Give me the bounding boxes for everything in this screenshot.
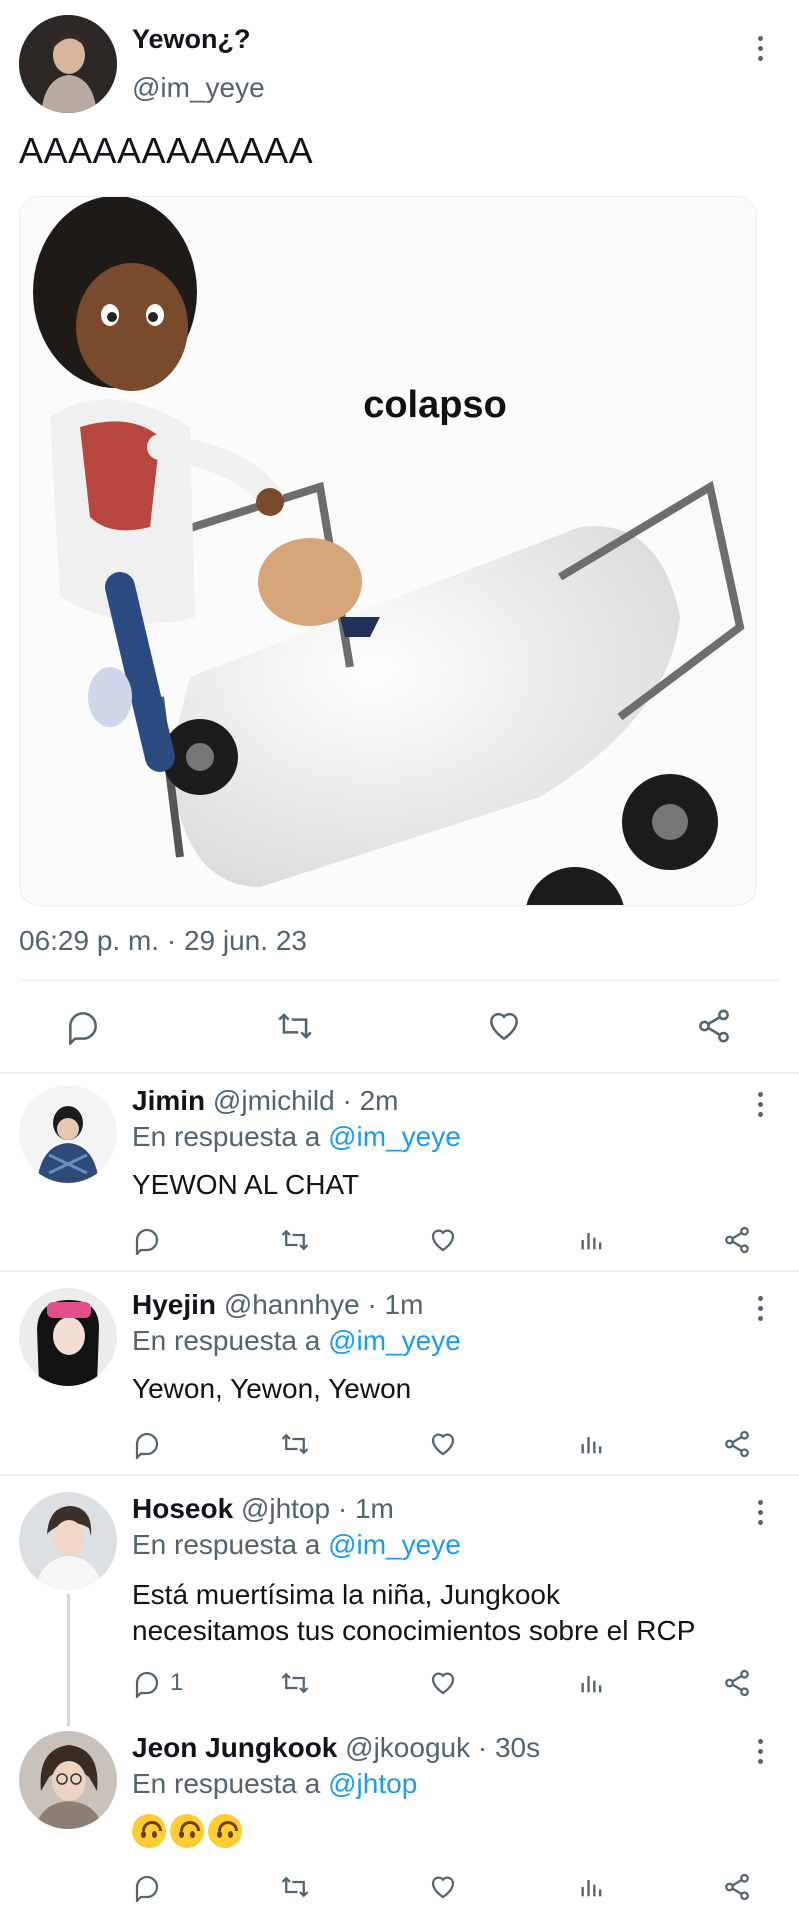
- user-handle[interactable]: @jmichild: [213, 1085, 335, 1116]
- reply-button[interactable]: [132, 1429, 162, 1459]
- share-icon: [725, 1873, 749, 1901]
- reply-text: Está muertísima la niña, Jungkook necesi…: [132, 1577, 695, 1649]
- reply-time[interactable]: · 1m: [338, 1493, 394, 1524]
- tweet-timestamp[interactable]: 06:29 p. m. · 29 jun. 23: [19, 925, 307, 957]
- more-options-icon[interactable]: [756, 1092, 764, 1117]
- like-button[interactable]: [428, 1225, 458, 1255]
- share-button[interactable]: [722, 1872, 752, 1902]
- heart-icon: [431, 1229, 455, 1252]
- analytics-button[interactable]: [578, 1429, 606, 1459]
- reply-text: Yewon, Yewon, Yewon: [132, 1373, 412, 1404]
- user-handle[interactable]: @jhtop: [241, 1493, 330, 1524]
- share-icon: [725, 1226, 749, 1254]
- share-icon: [699, 1009, 729, 1043]
- display-name[interactable]: Hyejin: [132, 1289, 216, 1320]
- reply-button[interactable]: 1: [132, 1668, 183, 1698]
- divider: [0, 1072, 799, 1074]
- upside-down-face-emoji: [170, 1814, 204, 1848]
- reply-text: [132, 1814, 246, 1848]
- retweet-button[interactable]: [279, 1872, 311, 1902]
- like-button[interactable]: [428, 1429, 458, 1459]
- reply-icon: [135, 1432, 159, 1459]
- more-options-icon[interactable]: [756, 36, 764, 61]
- analytics-button[interactable]: [578, 1872, 606, 1902]
- reply-context-label: En respuesta a: [132, 1325, 321, 1356]
- reply-icon: [69, 1012, 97, 1045]
- share-button[interactable]: [722, 1225, 752, 1255]
- reply-icon: [135, 1671, 159, 1698]
- heart-icon: [490, 1012, 518, 1041]
- retweet-icon: [278, 1013, 312, 1039]
- reply-icon: [135, 1875, 159, 1902]
- divider: [19, 980, 779, 981]
- avatar[interactable]: [19, 1288, 117, 1386]
- retweet-button[interactable]: [274, 1007, 316, 1045]
- more-options-icon[interactable]: [756, 1500, 764, 1525]
- share-icon: [725, 1669, 749, 1697]
- reply-to-link[interactable]: @im_yeye: [328, 1529, 461, 1560]
- reply-count: 1: [170, 1669, 184, 1696]
- share-button[interactable]: [722, 1429, 752, 1459]
- avatar[interactable]: [19, 1492, 117, 1590]
- heart-icon: [431, 1672, 455, 1695]
- reply-button[interactable]: [132, 1872, 162, 1902]
- divider: [0, 1270, 799, 1272]
- reply-text-line: necesitamos tus conocimientos sobre el R…: [132, 1615, 696, 1646]
- share-icon: [725, 1430, 749, 1458]
- user-handle[interactable]: @im_yeye: [132, 72, 265, 104]
- tweet-text: AAAAAAAAAAAA: [19, 130, 314, 171]
- display-name[interactable]: Jimin: [132, 1085, 205, 1116]
- reply-text-line: Está muertísima la niña, Jungkook: [132, 1579, 560, 1610]
- analytics-icon: [581, 1437, 602, 1454]
- more-options-icon[interactable]: [756, 1739, 764, 1764]
- reply-icon: [135, 1228, 159, 1255]
- reply-button[interactable]: [132, 1225, 162, 1255]
- heart-icon: [431, 1433, 455, 1456]
- analytics-icon: [581, 1676, 602, 1693]
- like-button[interactable]: [428, 1872, 458, 1902]
- reply-time[interactable]: · 1m: [367, 1289, 423, 1320]
- like-button[interactable]: [428, 1668, 458, 1698]
- reply-to-link[interactable]: @im_yeye: [328, 1325, 461, 1356]
- reply-button[interactable]: [64, 1007, 102, 1045]
- display-name[interactable]: Jeon Jungkook: [132, 1732, 337, 1763]
- more-options-icon[interactable]: [756, 1296, 764, 1321]
- user-handle[interactable]: @jkooguk: [345, 1732, 470, 1763]
- reply-context-label: En respuesta a: [132, 1121, 321, 1152]
- retweet-icon: [281, 1672, 309, 1694]
- reply-time[interactable]: · 2m: [342, 1085, 398, 1116]
- share-button[interactable]: [694, 1007, 734, 1045]
- heart-icon: [431, 1876, 455, 1899]
- divider: [0, 1474, 799, 1476]
- image-caption: colapso: [363, 384, 507, 426]
- reply-text: YEWON AL CHAT: [132, 1169, 360, 1200]
- analytics-icon: [581, 1233, 602, 1250]
- share-button[interactable]: [722, 1668, 752, 1698]
- reply-time[interactable]: · 30s: [478, 1732, 540, 1763]
- reply-context-label: En respuesta a: [132, 1768, 321, 1799]
- analytics-icon: [581, 1880, 602, 1897]
- upside-down-face-emoji: [132, 1814, 166, 1848]
- avatar[interactable]: [19, 1085, 117, 1183]
- upside-down-face-emoji: [208, 1814, 242, 1848]
- tweet-image[interactable]: colapso: [19, 196, 757, 906]
- retweet-icon: [281, 1229, 309, 1251]
- avatar[interactable]: [19, 1731, 117, 1829]
- thread-line: [67, 1594, 70, 1726]
- reply-to-link[interactable]: @jhtop: [328, 1768, 417, 1799]
- display-name[interactable]: Yewon¿?: [132, 24, 251, 55]
- retweet-icon: [281, 1876, 309, 1898]
- like-button[interactable]: [484, 1007, 524, 1045]
- retweet-button[interactable]: [279, 1668, 311, 1698]
- display-name[interactable]: Hoseok: [132, 1493, 233, 1524]
- avatar[interactable]: [19, 15, 117, 113]
- user-handle[interactable]: @hannhye: [224, 1289, 360, 1320]
- retweet-button[interactable]: [279, 1429, 311, 1459]
- reply-context-label: En respuesta a: [132, 1529, 321, 1560]
- retweet-icon: [281, 1433, 309, 1455]
- analytics-button[interactable]: [578, 1668, 606, 1698]
- analytics-button[interactable]: [578, 1225, 606, 1255]
- reply-to-link[interactable]: @im_yeye: [328, 1121, 461, 1152]
- retweet-button[interactable]: [279, 1225, 311, 1255]
